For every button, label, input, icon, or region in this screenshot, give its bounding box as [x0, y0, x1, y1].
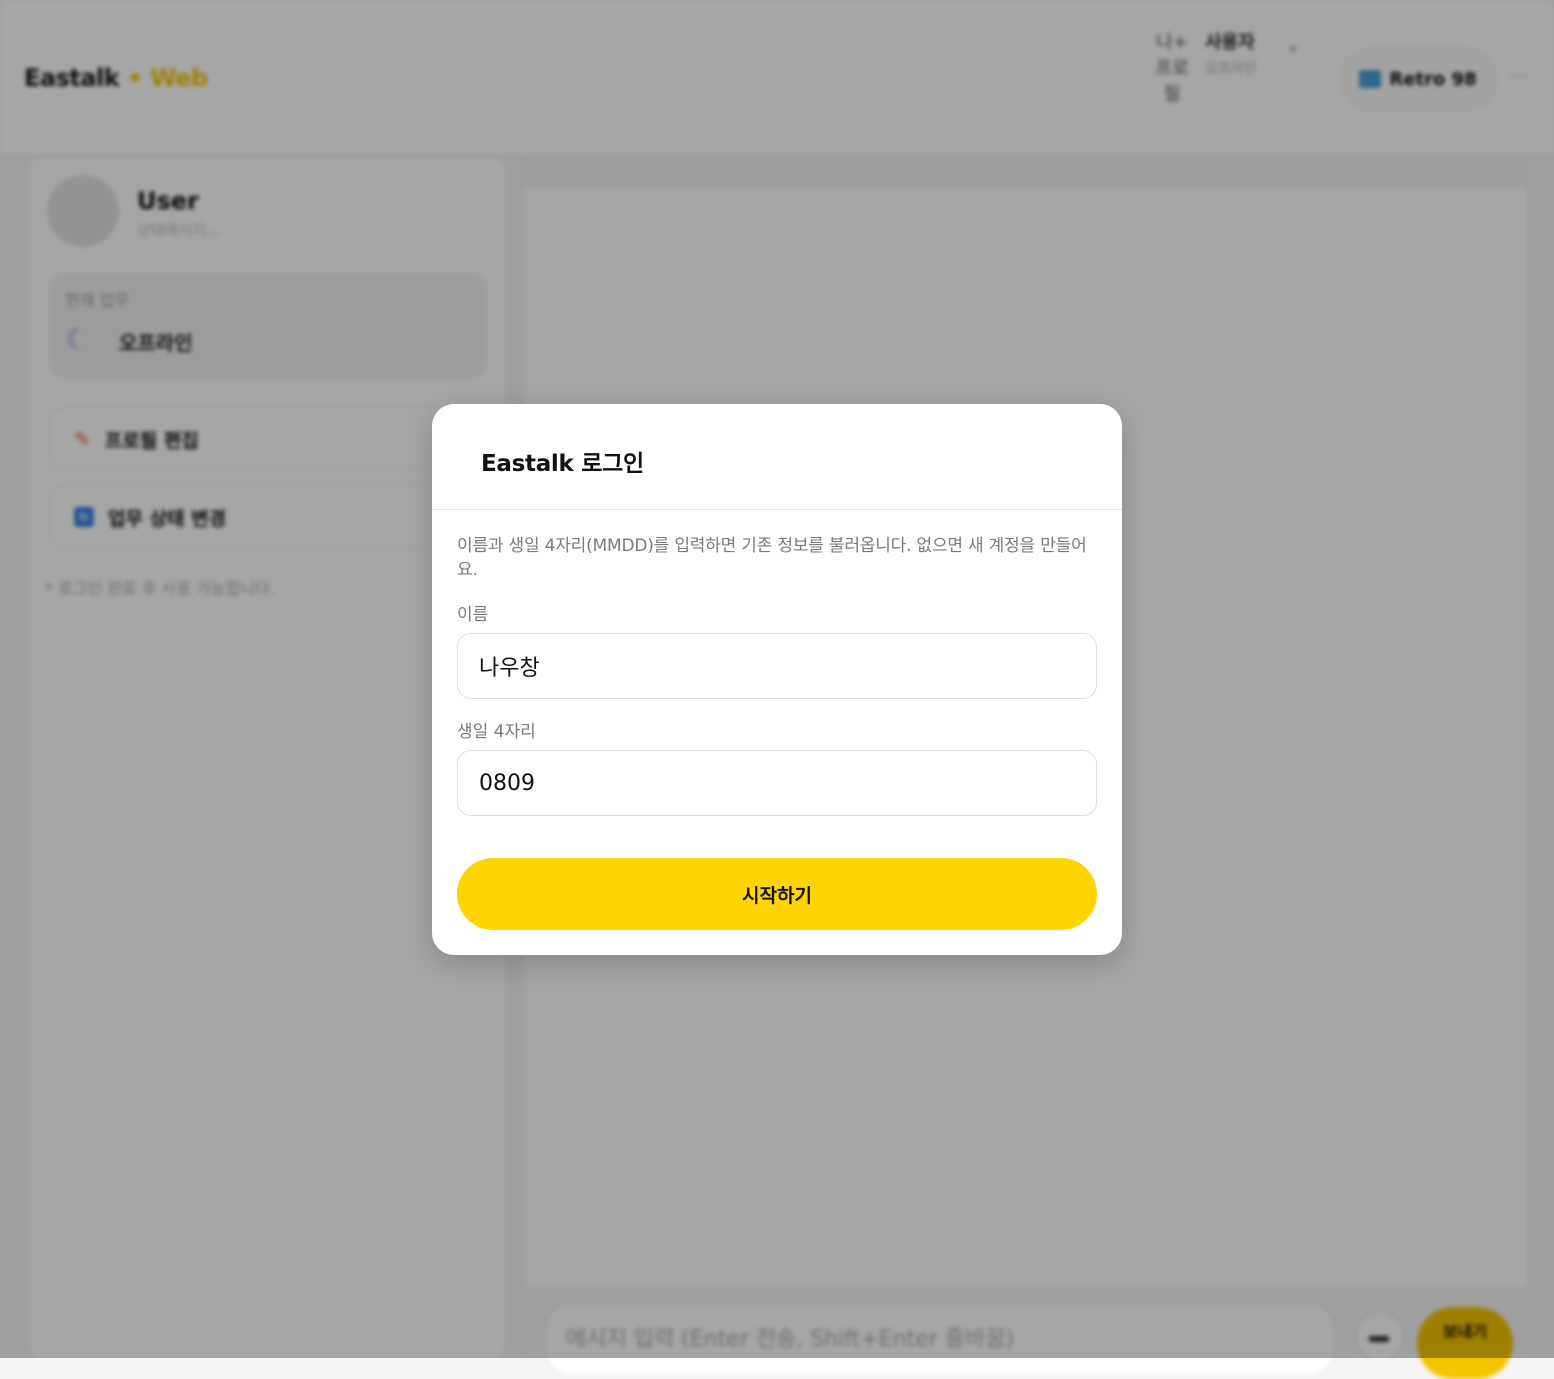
- modal-description: 이름과 생일 4자리(MMDD)를 입력하면 기존 정보를 불러옵니다. 없으면…: [457, 536, 1087, 580]
- birthday-field[interactable]: [457, 750, 1097, 816]
- login-modal: Eastalk 로그인 이름과 생일 4자리(MMDD)를 입력하면 기존 정보…: [432, 404, 1122, 955]
- start-button[interactable]: 시작하기: [457, 858, 1097, 930]
- modal-header: Eastalk 로그인: [432, 404, 1122, 510]
- name-field[interactable]: [457, 633, 1097, 699]
- name-label: 이름: [457, 605, 489, 625]
- birthday-label: 생일 4자리: [457, 722, 536, 742]
- modal-title: Eastalk 로그인: [481, 451, 644, 477]
